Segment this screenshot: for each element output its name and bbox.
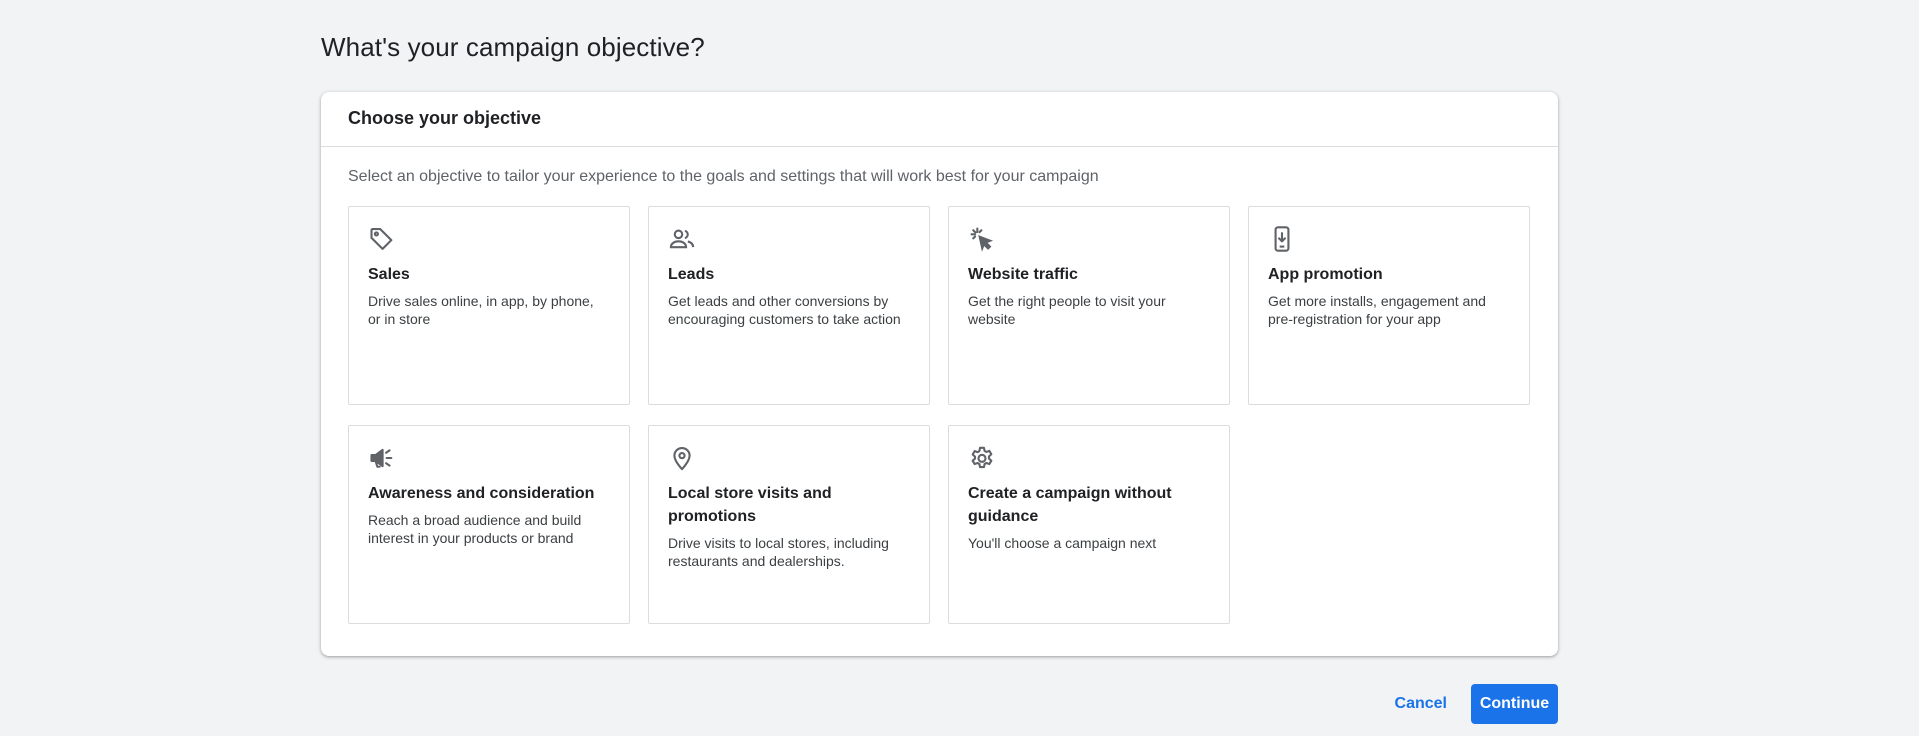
cancel-button[interactable]: Cancel xyxy=(1383,685,1459,723)
objective-card: Choose your objective Select an objectiv… xyxy=(321,92,1558,656)
objective-description: You'll choose a campaign next xyxy=(968,535,1157,551)
objective-description: Get leads and other conversions by encou… xyxy=(668,293,901,327)
objective-title: Website traffic xyxy=(968,266,1078,283)
card-header-title: Choose your objective xyxy=(348,108,542,128)
objective-title: Awareness and consideration xyxy=(368,485,595,502)
continue-button[interactable]: Continue xyxy=(1471,684,1558,724)
megaphone-icon xyxy=(368,444,396,472)
card-subtitle: Select an objective to tailor your exper… xyxy=(348,168,1099,185)
objective-tile-app-promotion[interactable]: App promotion Get more installs, engagem… xyxy=(1248,206,1530,405)
objective-title: Local store visits and promotions xyxy=(668,485,832,525)
objective-description: Get the right people to visit your websi… xyxy=(968,293,1166,327)
objective-description: Get more installs, engagement and pre-re… xyxy=(1268,293,1486,327)
cursor-click-icon xyxy=(968,225,996,253)
objective-description: Drive sales online, in app, by phone, or… xyxy=(368,293,594,327)
objective-title: App promotion xyxy=(1268,266,1383,283)
page: What's your campaign objective? Choose y… xyxy=(321,0,1558,736)
tag-icon xyxy=(368,225,396,253)
objective-tile-sales[interactable]: Sales Drive sales online, in app, by pho… xyxy=(348,206,630,405)
objective-tile-leads[interactable]: Leads Get leads and other conversions by… xyxy=(648,206,930,405)
objective-tile-website-traffic[interactable]: Website traffic Get the right people to … xyxy=(948,206,1230,405)
objective-title: Sales xyxy=(368,266,410,283)
people-icon xyxy=(668,225,696,253)
objective-description: Drive visits to local stores, including … xyxy=(668,535,889,569)
objective-tile-no-guidance[interactable]: Create a campaign without guidance You'l… xyxy=(948,425,1230,624)
page-title: What's your campaign objective? xyxy=(321,32,705,62)
card-header: Choose your objective xyxy=(321,92,1558,147)
objective-tile-awareness[interactable]: Awareness and consideration Reach a broa… xyxy=(348,425,630,624)
phone-download-icon xyxy=(1268,225,1296,253)
footer-actions: Cancel Continue xyxy=(1383,684,1558,724)
objective-title: Create a campaign without guidance xyxy=(968,485,1172,525)
gear-icon xyxy=(968,444,996,472)
objective-tile-local-store-visits[interactable]: Local store visits and promotions Drive … xyxy=(648,425,930,624)
objective-grid: Sales Drive sales online, in app, by pho… xyxy=(348,206,1530,624)
location-pin-icon xyxy=(668,444,696,472)
objective-title: Leads xyxy=(668,266,715,283)
objective-description: Reach a broad audience and build interes… xyxy=(368,512,582,546)
